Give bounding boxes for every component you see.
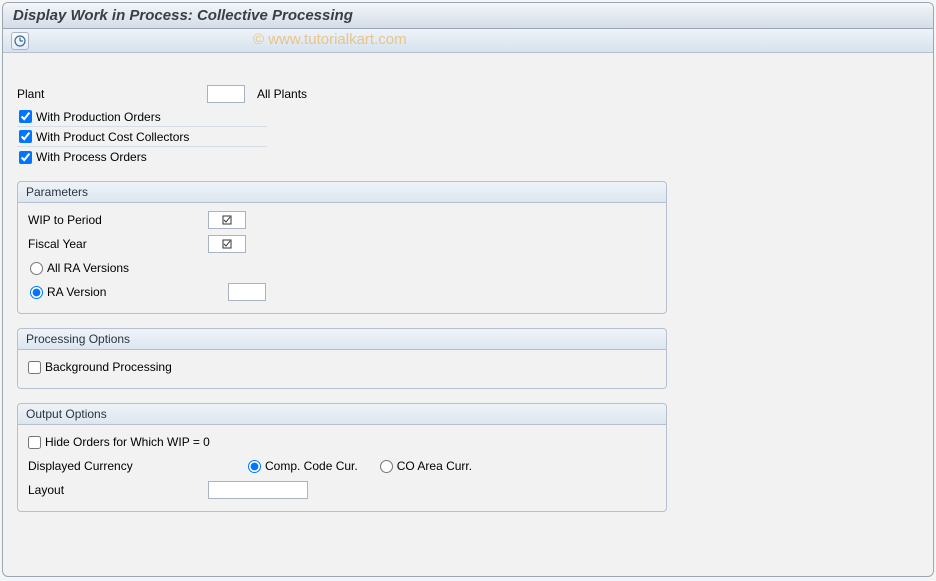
background-row: Background Processing [28,356,656,378]
output-group: Output Options Hide Orders for Which WIP… [17,403,667,512]
parameters-title: Parameters [18,182,666,203]
processing-title: Processing Options [18,329,666,350]
with-cost-collectors-checkbox[interactable] [19,130,32,143]
hide-orders-label: Hide Orders for Which WIP = 0 [45,435,210,449]
parameters-group: Parameters WIP to Period Fiscal Year [17,181,667,314]
all-plants-label: All Plants [257,87,307,101]
currency-label: Displayed Currency [28,459,246,473]
with-cost-collectors-row: With Product Cost Collectors [17,127,267,147]
processing-group: Processing Options Background Processing [17,328,667,389]
ra-version-radio[interactable] [30,286,43,299]
all-ra-row: All RA Versions [28,257,656,279]
fiscal-year-row: Fiscal Year [28,233,656,255]
currency-row: Displayed Currency Comp. Code Cur. CO Ar… [28,455,656,477]
plant-input[interactable] [207,85,245,103]
wip-period-row: WIP to Period [28,209,656,231]
all-ra-radio-label[interactable]: All RA Versions [28,261,129,275]
page-title: Display Work in Process: Collective Proc… [13,7,923,24]
with-production-orders-label: With Production Orders [36,110,161,124]
with-process-orders-row: With Process Orders [17,147,267,167]
layout-row: Layout [28,479,656,501]
fiscal-year-input[interactable] [208,235,246,253]
currency-comp-text: Comp. Code Cur. [265,459,358,473]
toolbar: © www.tutorialkart.com [3,29,933,53]
currency-co-text: CO Area Curr. [397,459,472,473]
currency-comp-radio[interactable] [248,460,261,473]
all-ra-radio[interactable] [30,262,43,275]
background-checkbox[interactable] [28,361,41,374]
title-bar: Display Work in Process: Collective Proc… [3,3,933,29]
ra-version-radio-label[interactable]: RA Version [28,285,208,299]
ra-version-text: RA Version [47,285,106,299]
hide-orders-checkbox[interactable] [28,436,41,449]
with-process-orders-label: With Process Orders [36,150,147,164]
watermark: © www.tutorialkart.com [253,31,407,48]
sap-window: Display Work in Process: Collective Proc… [2,2,934,577]
ra-version-input[interactable] [228,283,266,301]
layout-label: Layout [28,483,208,497]
content-area: Plant All Plants With Production Orders … [3,53,933,522]
output-title: Output Options [18,404,666,425]
with-process-orders-checkbox[interactable] [19,151,32,164]
ra-version-row: RA Version [28,281,656,303]
all-ra-text: All RA Versions [47,261,129,275]
wip-period-input[interactable] [208,211,246,229]
with-cost-collectors-label: With Product Cost Collectors [36,130,189,144]
background-label: Background Processing [45,360,172,374]
plant-row: Plant All Plants [17,83,919,105]
with-production-orders-row: With Production Orders [17,107,267,127]
currency-co-label[interactable]: CO Area Curr. [378,459,472,473]
wip-period-label: WIP to Period [28,213,208,227]
plant-label: Plant [17,87,207,101]
with-production-orders-checkbox[interactable] [19,110,32,123]
layout-input[interactable] [208,481,308,499]
currency-comp-label[interactable]: Comp. Code Cur. [246,459,358,473]
execute-button[interactable] [11,32,29,50]
hide-orders-row: Hide Orders for Which WIP = 0 [28,431,656,453]
currency-co-radio[interactable] [380,460,393,473]
fiscal-year-label: Fiscal Year [28,237,208,251]
clock-icon [14,35,26,47]
